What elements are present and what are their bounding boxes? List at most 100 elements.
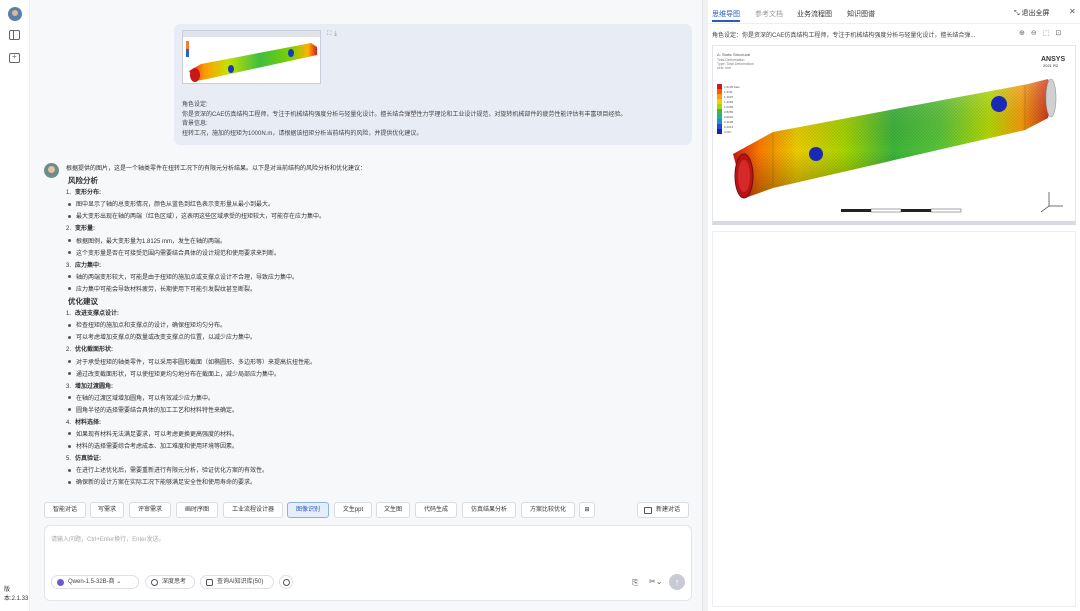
bullet-item: 可以考虑增加支撑点的数量或改变支撑点的位置，以减少应力集中。 [66,332,686,344]
tool-button[interactable]: 仿真结果分析 [462,502,516,518]
bullet-text: 这个变形量是否在可接受范围内需要结合具体的设计规范和使用要求来判断。 [76,250,281,257]
sidebar-toggle-icon[interactable] [9,30,20,40]
svg-text:1.8125 Max: 1.8125 Max [724,85,740,89]
collapse-icon: ⤡ [1014,10,1022,17]
bullet-item: 检查扭矩的施加点和支撑点的设计，确保扭矩均匀分布。 [66,320,686,332]
tab-mindmap[interactable]: 思维导图 [712,9,740,22]
tool-button[interactable]: 写需求 [90,502,124,518]
attach-icon[interactable]: ⎘ [632,578,638,588]
numbered-item: 4. 材料选择: [66,417,686,429]
arrow-up-icon: ↑ [674,577,680,587]
ansys-logo: ANSYS [1041,56,1065,63]
database-icon [206,579,213,586]
scissors-icon[interactable]: ✂⌄ [649,577,662,586]
chevron-down-icon: ⌄ [116,579,122,585]
bullet-item: 轴的两端变形较大，可能是由于扭矩的施加点或支撑点设计不合理，导致应力集中。 [66,272,686,284]
item-number: 5. [66,456,72,463]
bullet-text: 在进行上述优化后，需要重新进行有限元分析，验证优化方案的有效性。 [76,468,269,475]
assistant-answer: 根据提供的图片，这是一个轴类零件在扭转工况下的有限元分析结果。以下是对当前结构的… [66,163,686,490]
bullet-item: 通过改变截面形状，可以使扭矩更均匀地分布在截面上，减少局部应力集中。 [66,369,686,381]
numbered-item: 2. 变形量: [66,223,686,235]
model-label: Qwen-1.5-32B-商 [68,579,115,585]
item-title: 应力集中: [75,262,102,269]
more-tools-grid-icon[interactable]: ⊞ [579,502,595,518]
user-message-bubble: ⛶⤓ 角色设定: 你是资深的CAE仿真结构工程师，专注于机械结构强度分析与轻量化… [174,24,692,145]
bullet-text: 在轴的过渡区域增加圆角，可以有效减少应力集中。 [76,395,215,402]
chat-main: ⛶⤓ 角色设定: 你是资深的CAE仿真结构工程师，专注于机械结构强度分析与轻量化… [30,0,702,611]
numbered-item: 5. 仿真验证: [66,453,686,465]
item-number: 3. [66,383,72,390]
svg-text:0 Min: 0 Min [724,130,732,134]
bullet-item: 确保新的设计方案在实际工况下能够满足安全性和使用寿命的要求。 [66,477,686,489]
version-label: 版本:2.1.33 [4,587,29,602]
item-number: 1. [66,190,72,197]
new-chat-button[interactable]: 新建对话 [637,502,689,518]
tool-button[interactable]: 文生图 [376,502,410,518]
thumbnail-actions[interactable]: ⛶⤓ [327,31,340,38]
extra-option-button[interactable] [279,575,293,589]
item-number: 1. [66,311,72,318]
tool-button[interactable]: 文生ppt [334,502,372,518]
bullet-text: 根据图例，最大变形量为1.8125 mm，发生在轴的两端。 [76,238,227,245]
bullet-text: 可以考虑增加支撑点的数量或改变支撑点的位置，以减少应力集中。 [76,335,257,342]
bullet-dot [68,323,71,327]
model-select[interactable]: Qwen-1.5-32B-商 ⌄ [51,575,139,589]
close-icon[interactable]: ✕ [1069,7,1076,16]
role-text: 你是资深的CAE仿真结构工程师，专注于机械结构强度分析与轻量化设计。擅长结合弹塑… [182,111,627,118]
bullet-text: 确保新的设计方案在实际工况下能够满足安全性和使用寿命的要求。 [76,480,257,487]
tool-button[interactable]: 工业流程设计器 [223,502,283,518]
bullet-dot [68,251,71,255]
deep-think-toggle[interactable]: 深度思考 [145,575,195,589]
bullet-item: 根据图例，最大变形量为1.8125 mm，发生在轴的两端。 [66,236,686,248]
tool-button[interactable]: 智能对话 [44,502,86,518]
knowledge-base-toggle[interactable]: 查询AI知识库(50) [200,575,274,589]
bullet-dot [68,408,71,412]
tab-business-flow[interactable]: 业务流程图 [797,9,832,19]
bullet-text: 材料的选择需要综合考虑成本、加工难度和使用环境等因素。 [76,444,239,451]
background-text: 扭转工况，施加的扭矩为1000N.m，请根据该扭矩分析当前结构的风险，并提供优化… [182,130,423,137]
tab-reference-docs[interactable]: 参考文档 [755,9,783,19]
svg-text:A: Static Structural: A: Static Structural [717,52,750,57]
view-tools[interactable]: ⊕⊖⬚⊡ [1019,29,1067,37]
item-title: 增加过渡圆角: [75,383,114,390]
svg-text:0.4028: 0.4028 [724,120,734,124]
exit-fullscreen-label: 退出全屏 [1021,10,1050,17]
bulb-icon [151,579,158,586]
svg-text:1.2083: 1.2083 [724,100,734,104]
circle-icon [283,579,290,586]
tool-button[interactable]: 画时序图 [176,502,218,518]
message-input[interactable]: 请输入问题，Ctrl+Enter换行，Enter发送。 [51,534,165,543]
svg-text:0.6042: 0.6042 [724,115,734,119]
send-button[interactable]: ↑ [669,574,685,590]
tool-button[interactable]: 代码生成 [415,502,457,518]
tool-button[interactable]: 评审需求 [129,502,171,518]
user-avatar[interactable] [8,7,22,21]
bullet-dot [68,335,71,339]
item-title: 改进支撑点设计: [75,311,120,318]
item-number: 4. [66,419,72,426]
item-title: 优化截面形状: [75,347,114,354]
bullet-dot [68,444,71,448]
svg-text:0.2014: 0.2014 [724,125,734,129]
tool-button[interactable]: 方案比较优化 [521,502,575,518]
bullet-item: 在轴的过渡区域增加圆角，可以有效减少应力集中。 [66,393,686,405]
bullet-dot [68,432,71,436]
bullet-item: 在进行上述优化后，需要重新进行有限元分析，验证优化方案的有效性。 [66,465,686,477]
bullet-dot [68,214,71,218]
svg-text:1.6111: 1.6111 [724,90,733,94]
role-label: 角色设定: [182,102,208,108]
tool-button[interactable]: 图像识别 [287,502,329,518]
numbered-item: 1. 变形分布: [66,187,686,199]
bullet-text: 通过改变截面形状，可以使扭矩更均匀地分布在截面上，减少局部应力集中。 [76,371,281,378]
bullet-text: 对于承受扭矩的轴类零件，可以采用非圆形截面（如椭圆形、多边形等）来提高抗扭性能。 [76,359,317,366]
mindmap-canvas[interactable] [712,231,1076,607]
svg-text:Unit: mm: Unit: mm [717,66,731,70]
tab-knowledge-graph[interactable]: 知识图谱 [847,9,875,19]
mindmap-root-text: 角色设定：你是资深的CAE仿真结构工程师，专注于机械结构强度分析与轻量化设计，擅… [712,33,976,39]
uploaded-image-thumbnail[interactable] [182,30,321,84]
new-chat-icon[interactable] [9,52,20,63]
bullet-dot [68,287,71,291]
exit-fullscreen-button[interactable]: ⤡ 退出全屏 [1014,8,1050,18]
simulation-result-image: A: Static Structural Total Deformation T… [712,45,1076,225]
numbered-item: 3. 增加过渡圆角: [66,381,686,393]
